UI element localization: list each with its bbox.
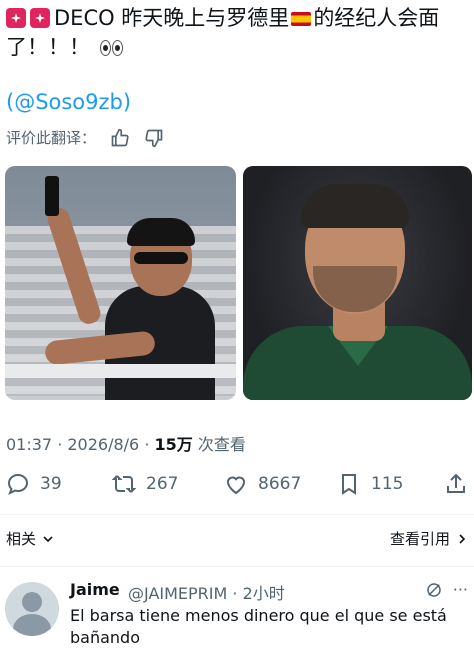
divider [0,566,474,567]
reply-text: El barsa tiene menos dinero que el que s… [70,606,447,647]
action-bar: 39 267 8667 115 [0,472,474,502]
tweet-date[interactable]: 2026/8/6 [67,435,139,454]
share-icon [447,473,465,493]
tweet-meta: 01:37 · 2026/8/6 · 15万 次查看 [6,435,246,454]
reply-tweet[interactable]: Jaime @JAIMEPRIM · 2小时 ··· El barsa tien… [0,570,474,661]
avatar[interactable] [5,582,59,636]
bookmark-count: 115 [371,474,404,494]
bookmark-icon [342,474,356,495]
photo-deco[interactable] [5,166,236,400]
chevron-down-icon [43,535,53,542]
reply-author-name[interactable]: Jaime [70,580,120,599]
thumbs-up-icon[interactable] [110,128,130,148]
reply-author-handle[interactable]: @JAIMEPRIM · 2小时 [128,580,285,604]
like-icon [226,476,246,495]
tweet-time[interactable]: 01:37 [6,435,52,454]
flag-icon [6,8,26,28]
thumbs-down-icon[interactable] [144,128,164,148]
spain-flag-icon [291,12,312,26]
views-label: 次查看 [192,435,246,454]
retweet-icon [112,475,136,493]
tweet-text: DECO 昨天晚上与罗德里 的经纪人会面了！！！ [6,4,468,64]
eyes-icon [100,35,124,64]
mention-link[interactable]: (@Soso9zb) [6,90,131,114]
more-options-button[interactable]: ··· [453,580,468,599]
like-button[interactable]: 8667 [224,472,301,496]
translation-rating: 评价此翻译： [6,127,164,148]
reply-count: 39 [40,474,62,494]
translate-label: 评价此翻译： [6,129,97,147]
reply-controls: ··· [425,580,468,599]
hide-icon[interactable] [425,581,443,599]
retweet-count: 267 [146,474,179,494]
view-count: 15万 [154,435,193,454]
divider [0,514,474,515]
chevron-right-icon [459,533,466,544]
related-link[interactable]: 相关 [6,528,54,549]
reply-icon [7,473,29,495]
view-quotes-link[interactable]: 查看引用 [390,528,468,549]
share-button[interactable] [444,472,474,496]
flag-icon [30,8,50,28]
tweet-text-main: DECO 昨天晚上与罗德里 [54,6,290,30]
retweet-button[interactable]: 267 [112,472,178,496]
bookmark-button[interactable]: 115 [337,472,403,496]
reply-button[interactable]: 39 [6,472,62,496]
like-count: 8667 [258,474,302,494]
photo-rodri[interactable] [243,166,472,400]
